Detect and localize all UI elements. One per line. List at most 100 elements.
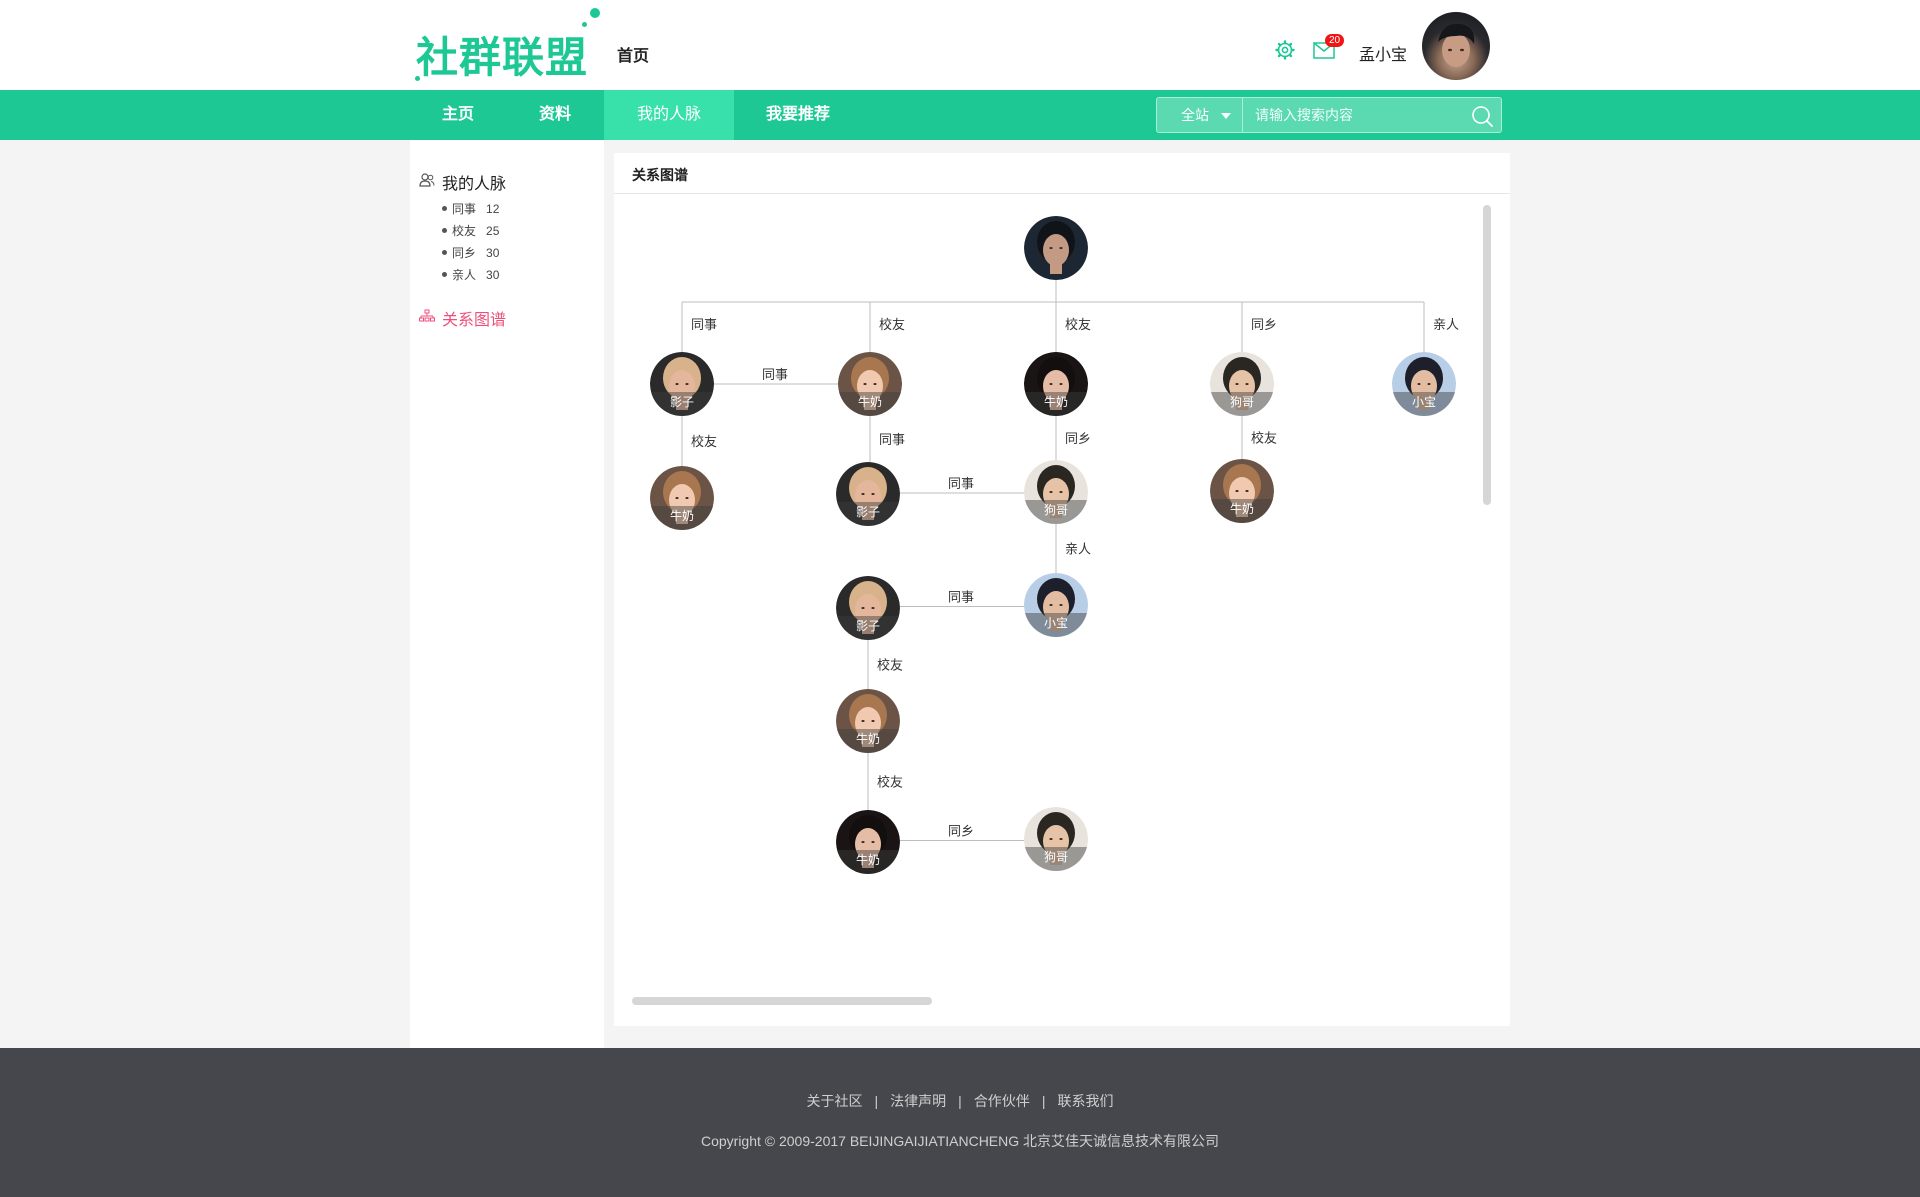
search-scope-select[interactable]: 全站 — [1157, 98, 1243, 132]
person-node[interactable]: 狗哥 — [1210, 352, 1274, 418]
nav-item-my-network[interactable]: 我的人脉 — [604, 90, 734, 140]
bullet — [442, 272, 447, 278]
avatar-eye — [861, 493, 865, 495]
person-node[interactable]: 牛奶 — [1210, 459, 1274, 525]
edge-label: 校友 — [877, 775, 903, 790]
sidebar-item-alumni[interactable]: 校友 25 — [442, 222, 499, 239]
avatar-eye — [685, 497, 689, 499]
footer-link-partners[interactable]: 合作伙伴 — [974, 1093, 1030, 1109]
main-nav: 主页 资料 我的人脉 我要推荐 全站 — [0, 90, 1920, 140]
avatar-eye — [1059, 604, 1063, 606]
edge-label: 亲人 — [1065, 542, 1091, 557]
avatar-eye — [1059, 838, 1063, 840]
person-name: 影子 — [670, 395, 694, 409]
avatar-face — [1043, 234, 1069, 266]
person-node[interactable]: 牛奶 — [650, 466, 714, 532]
avatar-eye — [1049, 247, 1053, 249]
avatar-eye — [871, 493, 875, 495]
nav-item-home[interactable]: 主页 — [420, 90, 496, 140]
person-node[interactable]: 小宝 — [1392, 352, 1456, 418]
footer-link-legal[interactable]: 法律声明 — [890, 1093, 946, 1109]
sidebar-item-label: 同事 — [452, 202, 477, 216]
person-name: 牛奶 — [670, 508, 694, 523]
sidebar-item-family[interactable]: 亲人 30 — [442, 266, 499, 283]
search-box: 全站 — [1156, 97, 1502, 133]
user-avatar[interactable] — [1422, 12, 1490, 80]
person-node[interactable]: 狗哥 — [1024, 460, 1088, 526]
edge-label: 同乡 — [1065, 431, 1091, 446]
person-node[interactable]: 影子 — [836, 576, 900, 642]
footer-link-about[interactable]: 关于社区 — [807, 1093, 863, 1109]
person-node[interactable]: 牛奶 — [838, 352, 902, 418]
person-name: 小宝 — [1044, 616, 1068, 630]
avatar-eye — [1235, 490, 1239, 492]
edge-label: 同乡 — [948, 824, 974, 839]
avatar-eye — [1059, 383, 1063, 385]
edge-label: 同事 — [879, 432, 905, 447]
sidebar-item-colleague[interactable]: 同事 12 — [442, 200, 499, 217]
person-name: 影子 — [856, 505, 880, 519]
gear-icon[interactable] — [1275, 40, 1295, 60]
avatar-eye — [1235, 383, 1239, 385]
edge-label: 校友 — [877, 658, 903, 673]
bullet — [442, 206, 447, 212]
avatar-eye — [675, 497, 679, 499]
person-node[interactable]: 牛奶 — [836, 810, 900, 876]
avatar-eye — [1059, 247, 1063, 249]
person-node[interactable] — [1024, 216, 1088, 280]
logo-dot — [582, 22, 587, 27]
footer-links: 关于社区 | 法律声明 | 合作伙伴 | 联系我们 — [0, 1091, 1920, 1111]
avatar-eye — [1427, 383, 1431, 385]
logo-dot — [415, 76, 420, 81]
sidebar-item-relationship-graph[interactable]: 关系图谱 — [442, 306, 506, 330]
avatar-eye — [873, 383, 877, 385]
person-name: 牛奶 — [856, 731, 880, 746]
avatar-eye — [861, 841, 865, 843]
sidebar-item-count: 30 — [486, 268, 500, 282]
copyright: Copyright © 2009-2017 BEIJINGAIJIATIANCH… — [700, 1133, 1220, 1149]
separator: | — [958, 1093, 962, 1109]
avatar-eye — [861, 720, 865, 722]
person-node[interactable]: 影子 — [836, 462, 900, 528]
logo-text: 社群联盟 — [416, 33, 589, 82]
sidebar: 我的人脉 同事 12 校友 25 同乡 30 亲人 30 关系图谱 — [410, 140, 604, 1048]
avatar-eye — [871, 607, 875, 609]
horizontal-scrollbar[interactable] — [632, 997, 932, 1005]
avatar-eye — [675, 383, 679, 385]
person-node[interactable]: 小宝 — [1024, 573, 1088, 639]
avatar-eye — [1049, 383, 1053, 385]
avatar-eye — [1049, 604, 1053, 606]
avatar-eye — [685, 383, 689, 385]
bullet — [442, 250, 447, 256]
separator: | — [874, 1093, 879, 1109]
person-name: 牛奶 — [1044, 394, 1068, 409]
sidebar-item-count: 12 — [486, 202, 500, 216]
edge-label: 同事 — [691, 317, 717, 332]
home-link[interactable]: 首页 — [617, 42, 649, 66]
person-node[interactable]: 狗哥 — [1024, 807, 1088, 873]
person-name: 牛奶 — [858, 394, 882, 409]
edge-label: 亲人 — [1433, 317, 1459, 332]
bullet — [442, 228, 447, 234]
footer: 关于社区 | 法律声明 | 合作伙伴 | 联系我们 Copyright © 2009-201… — [0, 1048, 1920, 1197]
nav-item-profile[interactable]: 资料 — [516, 90, 594, 140]
sidebar-title[interactable]: 我的人脉 — [442, 170, 506, 194]
footer-link-contact[interactable]: 联系我们 — [1057, 1093, 1113, 1109]
nav-item-recommend[interactable]: 我要推荐 — [748, 90, 848, 140]
edge-label: 同事 — [948, 590, 974, 605]
search-icon[interactable] — [1471, 105, 1493, 127]
person-name: 狗哥 — [1044, 503, 1068, 517]
logo[interactable]: 社群联盟 — [412, 6, 602, 86]
avatar-eye — [863, 383, 867, 385]
avatar-eye — [861, 607, 865, 609]
username[interactable]: 孟小宝 — [1359, 41, 1407, 65]
sidebar-item-hometown[interactable]: 同乡 30 — [442, 244, 499, 261]
search-input[interactable] — [1245, 98, 1465, 132]
vertical-scrollbar[interactable] — [1483, 205, 1491, 505]
avatar-eye — [1245, 383, 1249, 385]
unread-badge: 20 — [1325, 34, 1345, 47]
person-node[interactable]: 牛奶 — [1024, 352, 1088, 418]
person-name: 狗哥 — [1230, 395, 1254, 409]
person-node[interactable]: 影子 — [650, 352, 714, 418]
person-node[interactable]: 牛奶 — [836, 689, 900, 755]
